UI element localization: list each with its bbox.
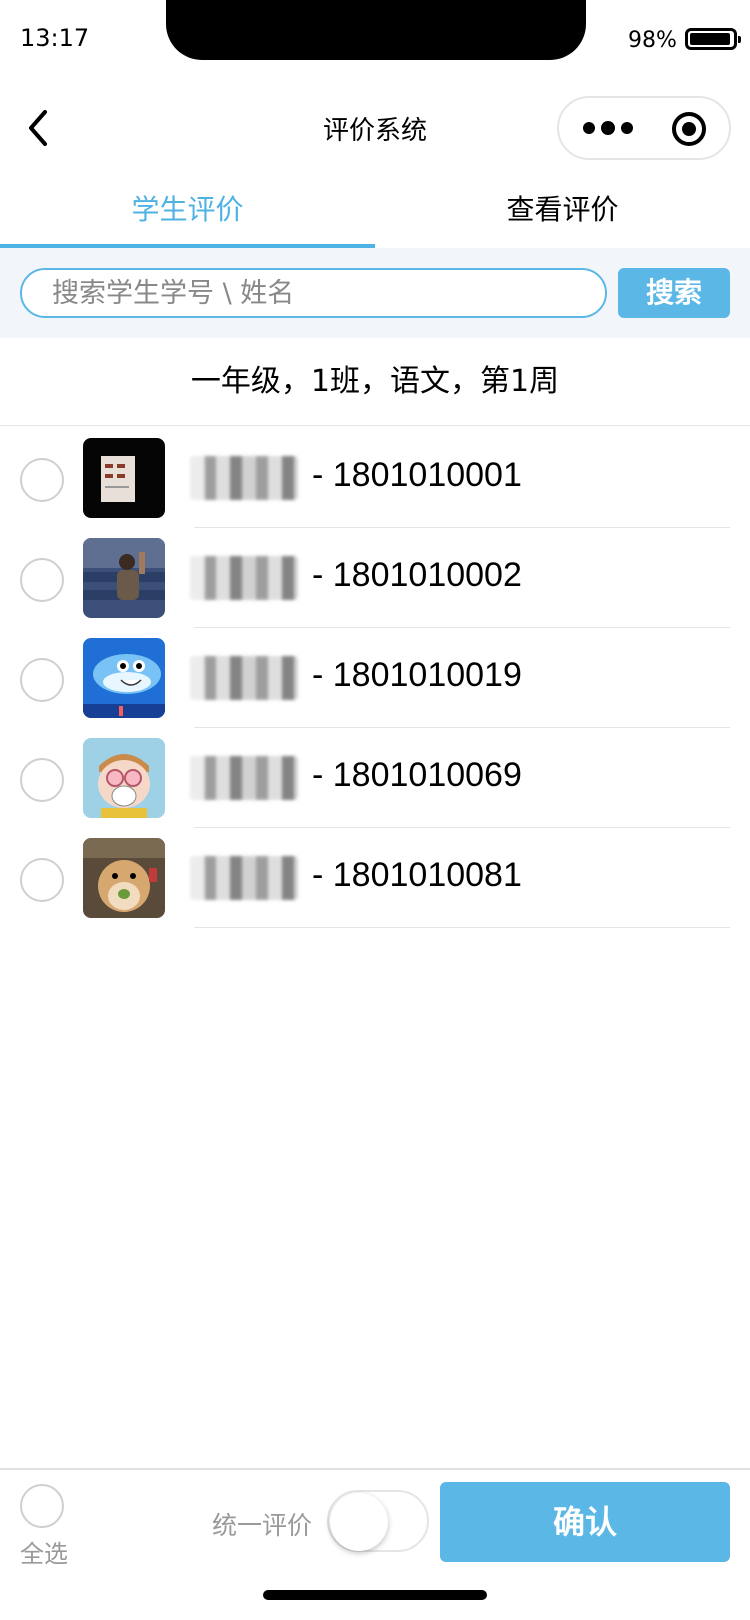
battery-percent: 98% (628, 28, 677, 53)
class-info: 一年级，1班，语文，第1周 (0, 338, 750, 426)
student-name-blurred (190, 856, 298, 900)
list-item[interactable]: - 1801010019 (0, 628, 750, 728)
app-screen: 13:17 98% 评价系统 学生评价 查看评价 搜索学生学号 \ 姓名 搜索 … (0, 0, 750, 1620)
device-notch (166, 0, 586, 60)
row-divider (194, 927, 730, 928)
list-item[interactable]: - 1801010069 (0, 728, 750, 828)
cartoon-boy-mask-avatar-icon (83, 738, 165, 818)
battery-icon (685, 28, 741, 50)
student-id: - 1801010069 (312, 756, 522, 794)
tab-student-evaluation[interactable]: 学生评价 (0, 180, 375, 248)
select-radio[interactable] (20, 458, 64, 502)
student-name-blurred (190, 756, 298, 800)
avatar (83, 538, 165, 618)
mini-program-capsule (557, 96, 731, 160)
unify-evaluation-toggle[interactable] (327, 1490, 429, 1552)
select-radio[interactable] (20, 658, 64, 702)
list-item[interactable]: - 1801010002 (0, 528, 750, 628)
select-radio[interactable] (20, 758, 64, 802)
home-indicator[interactable] (263, 1590, 487, 1600)
student-list: - 1801010001 - 1801010002 - 1801010019 -… (0, 428, 750, 928)
confirm-button[interactable]: 确认 (440, 1482, 730, 1562)
target-circle-icon (672, 112, 706, 146)
student-name-blurred (190, 656, 298, 700)
student-id: - 1801010019 (312, 656, 522, 694)
search-input-wrapper (20, 268, 607, 318)
avatar (83, 638, 165, 718)
unify-evaluation-label: 统一评价 (212, 1511, 313, 1540)
student-name-blurred (190, 456, 298, 500)
hamster-avatar-icon (83, 838, 165, 918)
close-mini-program-button[interactable] (670, 110, 708, 148)
avatar (83, 738, 165, 818)
cartoon-shark-avatar-icon (83, 638, 165, 718)
paper-sign-avatar-icon (83, 438, 165, 518)
search-bar: 搜索 (0, 248, 750, 338)
select-all-label[interactable]: 全选 (20, 1534, 68, 1569)
select-all-radio[interactable] (20, 1484, 64, 1528)
list-item[interactable]: - 1801010001 (0, 428, 750, 528)
search-input[interactable] (22, 270, 605, 316)
tab-view-evaluation[interactable]: 查看评价 (375, 180, 750, 248)
student-name-blurred (190, 556, 298, 600)
tab-bar: 学生评价 查看评价 (0, 180, 750, 248)
toggle-knob (330, 1493, 388, 1551)
select-radio[interactable] (20, 858, 64, 902)
status-time: 13:17 (20, 24, 90, 52)
student-id: - 1801010001 (312, 456, 522, 494)
avatar (83, 838, 165, 918)
list-item[interactable]: - 1801010081 (0, 828, 750, 928)
select-radio[interactable] (20, 558, 64, 602)
more-dots-icon (583, 121, 633, 135)
search-button[interactable]: 搜索 (618, 268, 730, 318)
more-button[interactable] (579, 116, 637, 140)
person-in-theater-avatar-icon (83, 538, 165, 618)
avatar (83, 438, 165, 518)
student-id: - 1801010002 (312, 556, 522, 594)
student-id: - 1801010081 (312, 856, 522, 894)
